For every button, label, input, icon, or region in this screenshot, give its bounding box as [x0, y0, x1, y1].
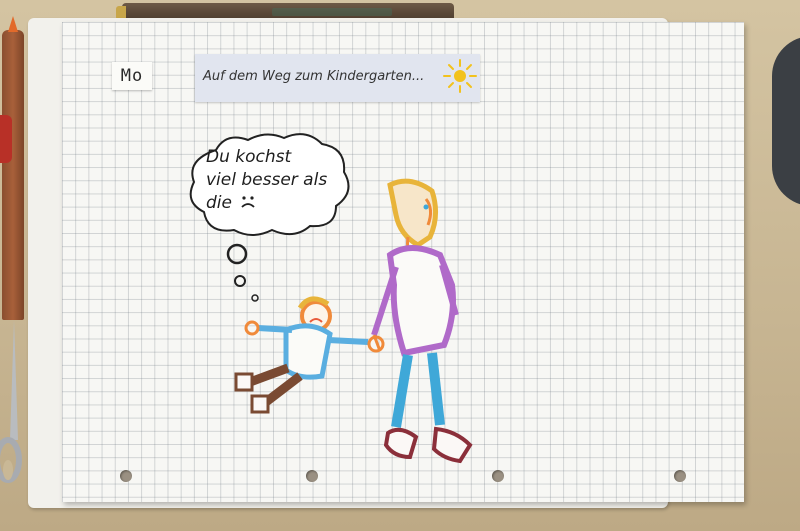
speech-line: viel besser als	[206, 170, 328, 190]
punch-hole	[120, 470, 132, 482]
day-label: Mo	[120, 66, 144, 86]
speech-text: Du kochst viel besser als die	[206, 146, 346, 215]
title-strip: Auf dem Weg zum Kindergarten...	[195, 54, 480, 102]
speech-line: die	[206, 193, 232, 213]
title-text: Auf dem Weg zum Kindergarten...	[203, 69, 425, 84]
punch-hole	[674, 470, 686, 482]
child-figure	[234, 296, 385, 414]
speech-line: Du kochst	[206, 147, 292, 167]
sad-face-icon	[241, 196, 256, 208]
pencil-left	[2, 16, 24, 320]
day-label-card: Mo	[112, 62, 152, 90]
sun-icon	[443, 59, 477, 93]
dark-object	[772, 36, 800, 206]
punch-hole	[492, 470, 504, 482]
red-object	[0, 115, 12, 163]
punch-hole	[306, 470, 318, 482]
